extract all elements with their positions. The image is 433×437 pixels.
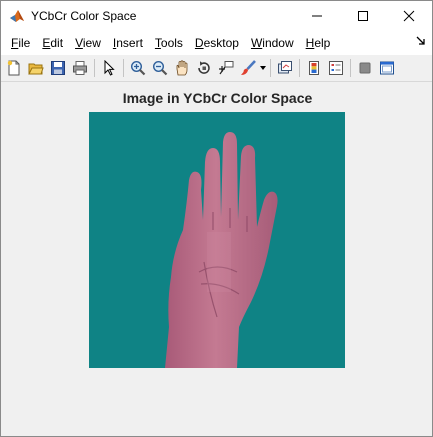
- figure-canvas: Image in YCbCr Color Space: [1, 82, 432, 435]
- toolbar-separator: [299, 59, 300, 77]
- close-icon: [403, 10, 415, 22]
- data-cursor-button[interactable]: [215, 57, 237, 79]
- hand-image: [89, 112, 345, 368]
- figure-toolbar: [1, 55, 432, 82]
- maximize-button[interactable]: [340, 1, 386, 31]
- maximize-icon: [358, 11, 368, 21]
- dock-figure-icon[interactable]: [416, 36, 426, 46]
- print-button[interactable]: [69, 57, 91, 79]
- menu-tools[interactable]: Tools: [149, 36, 189, 50]
- brush-dropdown[interactable]: [259, 57, 267, 79]
- menu-help-label: elp: [314, 36, 331, 50]
- legend-icon: [329, 61, 343, 75]
- menu-help-mnemonic: H: [305, 36, 315, 50]
- toolbar-separator: [350, 59, 351, 77]
- open-file-icon: [28, 63, 44, 75]
- menu-file[interactable]: File: [5, 36, 36, 50]
- link-plot-icon: [278, 61, 292, 74]
- rotate-3d-icon: [198, 61, 210, 74]
- hide-plot-tools-button[interactable]: [354, 57, 376, 79]
- brush-icon: [241, 60, 256, 75]
- image-axes: [89, 112, 345, 368]
- new-figure-icon: [7, 60, 20, 76]
- toolbar-separator: [94, 59, 95, 77]
- close-button[interactable]: [386, 1, 432, 31]
- edit-plot-button[interactable]: [98, 57, 120, 79]
- pan-icon: [176, 60, 188, 76]
- figure-window: YCbCr Color Space File Edit View Insert …: [0, 0, 433, 437]
- new-figure-button[interactable]: [3, 57, 25, 79]
- data-cursor-icon: [219, 61, 234, 75]
- menu-edit[interactable]: Edit: [36, 36, 69, 50]
- save-button[interactable]: [47, 57, 69, 79]
- menu-bar: File Edit View Insert Tools Desktop Wind…: [1, 31, 432, 55]
- figure-title: Image in YCbCr Color Space: [122, 90, 313, 106]
- menu-edit-label: dit: [50, 36, 64, 50]
- menu-view[interactable]: View: [69, 36, 107, 50]
- hand-highlight: [207, 232, 231, 292]
- brush-button[interactable]: [237, 57, 259, 79]
- zoom-in-button[interactable]: [127, 57, 149, 79]
- menu-desktop-mnemonic: D: [194, 36, 204, 50]
- title-bar[interactable]: YCbCr Color Space: [1, 1, 432, 31]
- minimize-icon: [312, 15, 322, 17]
- show-plot-tools-icon: [380, 61, 394, 75]
- insert-colorbar-button[interactable]: [303, 57, 325, 79]
- zoom-out-button[interactable]: [149, 57, 171, 79]
- menu-desktop[interactable]: Desktop: [189, 36, 245, 50]
- zoom-in-icon: [130, 60, 146, 76]
- link-plot-button[interactable]: [274, 57, 296, 79]
- menu-insert[interactable]: Insert: [107, 36, 149, 50]
- chevron-down-icon: [260, 66, 266, 70]
- menu-tools-label: ools: [160, 36, 183, 50]
- insert-legend-button[interactable]: [325, 57, 347, 79]
- open-file-button[interactable]: [25, 57, 47, 79]
- menu-window[interactable]: Window: [245, 36, 300, 50]
- matlab-logo-icon: [10, 10, 24, 22]
- save-icon: [51, 61, 65, 75]
- pan-button[interactable]: [171, 57, 193, 79]
- menu-file-label: ile: [18, 36, 31, 50]
- menu-window-label: indow: [262, 36, 294, 50]
- menu-view-label: iew: [82, 36, 101, 50]
- hide-plot-tools-icon: [359, 62, 371, 74]
- show-plot-tools-button[interactable]: [376, 57, 398, 79]
- menu-view-mnemonic: V: [75, 36, 83, 50]
- menu-window-mnemonic: W: [250, 36, 263, 50]
- pointer-icon: [104, 60, 115, 76]
- menu-desktop-label: esktop: [203, 36, 239, 50]
- toolbar-separator: [270, 59, 271, 77]
- window-controls: [294, 1, 432, 31]
- window-title: YCbCr Color Space: [31, 9, 137, 23]
- zoom-out-icon: [152, 60, 168, 76]
- menu-help[interactable]: Help: [300, 36, 337, 50]
- rotate-3d-button[interactable]: [193, 57, 215, 79]
- menu-insert-label: nsert: [116, 36, 143, 50]
- toolbar-separator: [123, 59, 124, 77]
- colorbar-icon: [309, 61, 319, 75]
- minimize-button[interactable]: [294, 1, 340, 31]
- print-icon: [73, 61, 87, 75]
